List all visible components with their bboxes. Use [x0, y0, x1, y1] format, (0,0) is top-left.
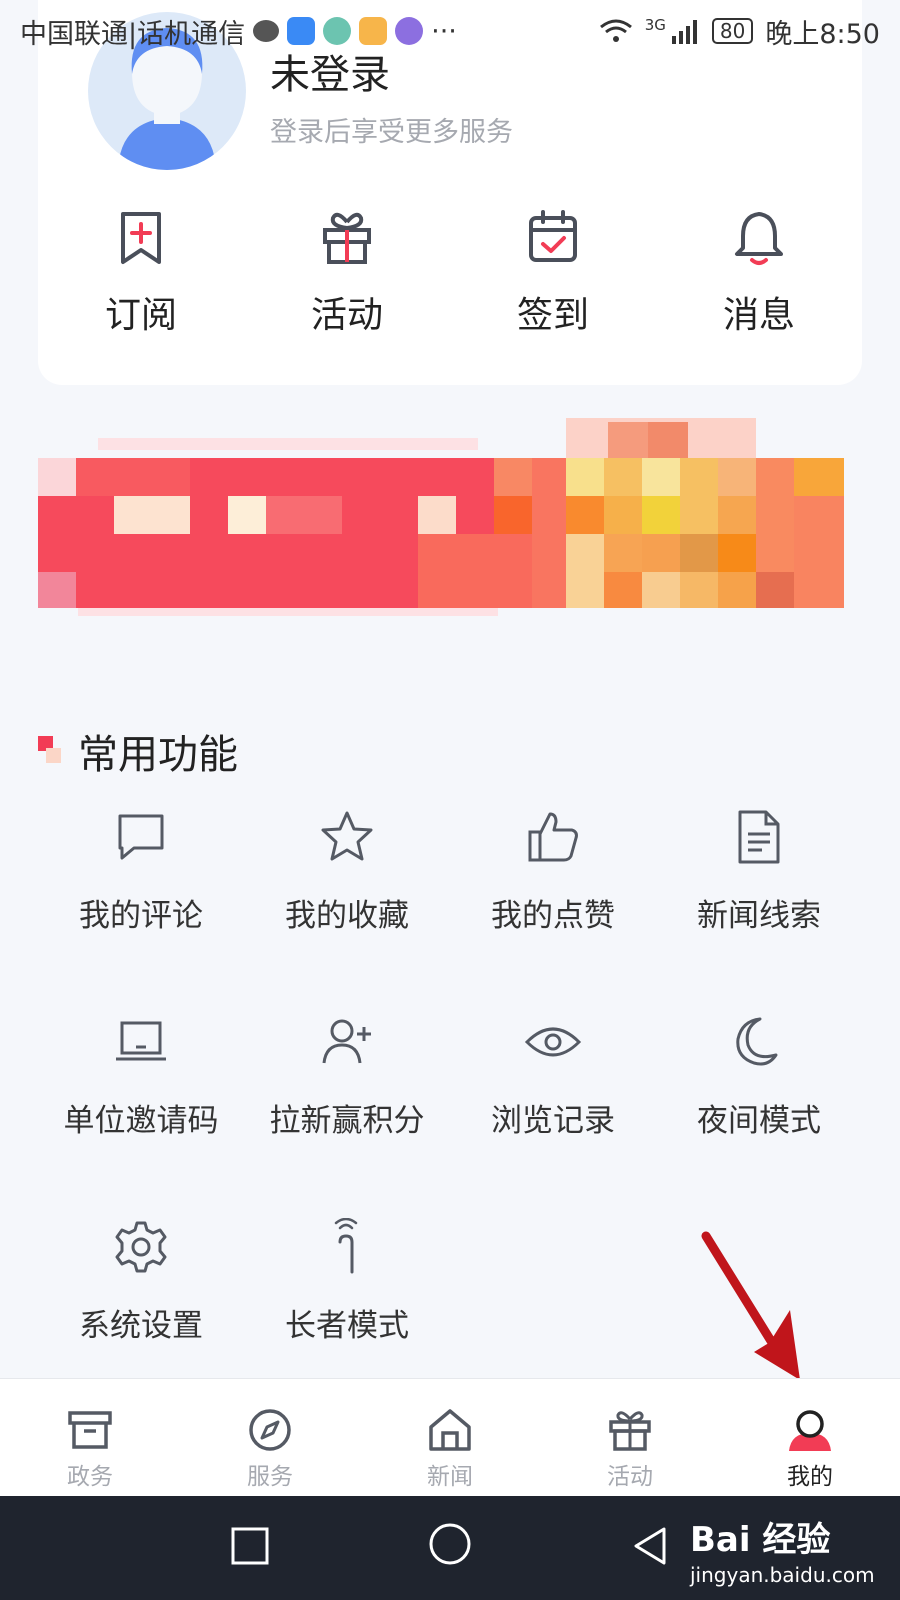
thumbs-up-icon: [528, 812, 578, 862]
gear-icon: [115, 1221, 167, 1273]
watermark-url: jingyan.baidu.com: [690, 1563, 875, 1587]
user-icon: [789, 1410, 831, 1451]
func-label: 我的评论: [79, 898, 203, 934]
quick-item-activity[interactable]: 活动: [244, 208, 450, 338]
quick-item-subscribe[interactable]: 订阅: [38, 208, 244, 338]
home-button-icon[interactable]: [428, 1522, 472, 1566]
tab-label: 我的: [787, 1464, 833, 1490]
quick-item-label: 消息: [722, 295, 795, 336]
func-my-likes[interactable]: 我的点赞: [450, 808, 656, 1013]
quick-item-label: 签到: [516, 295, 589, 336]
tab-news[interactable]: 新闻: [360, 1379, 540, 1496]
calendar-check-icon: [529, 210, 577, 262]
watermark: Bai 经验 jingyan.baidu.com: [690, 1512, 875, 1587]
more-notifications-icon: ···: [431, 15, 457, 47]
func-label: 拉新赢积分: [269, 1103, 425, 1139]
func-my-comments[interactable]: 我的评论: [38, 808, 244, 1013]
battery-indicator: 80: [711, 18, 754, 44]
bottom-tab-bar: 政务 服务 新闻 活动 我的: [0, 1378, 900, 1496]
add-user-icon: [322, 1019, 371, 1064]
tab-label: 新闻: [427, 1464, 473, 1490]
browser-app-icon: [395, 17, 424, 45]
back-button-icon[interactable]: [630, 1526, 670, 1566]
func-history[interactable]: 浏览记录: [450, 1013, 656, 1218]
compass-icon: [249, 1409, 291, 1451]
section-header: 常用功能: [38, 722, 238, 780]
func-news-tips[interactable]: 新闻线索: [656, 808, 862, 1013]
promo-banner[interactable]: [38, 418, 844, 618]
cane-icon: [334, 1218, 358, 1274]
func-label: 夜间模式: [697, 1103, 821, 1139]
func-label: 我的点赞: [491, 898, 615, 934]
document-icon: [738, 810, 780, 864]
watermark-logo: Bai 经验: [690, 1520, 831, 1560]
tab-label: 活动: [607, 1464, 653, 1490]
star-icon: [321, 811, 373, 861]
tab-label: 政务: [67, 1464, 113, 1490]
annotation-arrow: [701, 1231, 800, 1380]
quick-actions: 订阅 活动 签到 消息: [38, 208, 862, 338]
func-label: 长者模式: [285, 1308, 409, 1344]
signal-icon: [671, 20, 697, 44]
tab-government[interactable]: 政务: [0, 1379, 180, 1496]
func-referral-points[interactable]: 拉新赢积分: [244, 1013, 450, 1218]
tab-label: 服务: [247, 1464, 293, 1490]
archive-box-icon: [68, 1411, 112, 1449]
camera-app-icon: [323, 17, 352, 45]
eye-icon: [524, 1027, 582, 1057]
quick-item-label: 订阅: [104, 295, 177, 336]
pixelated-banner-image: [38, 418, 844, 616]
tab-mine[interactable]: 我的: [720, 1379, 900, 1496]
network-type: 3G: [644, 16, 666, 34]
section-title: 常用功能: [78, 732, 238, 778]
func-night-mode[interactable]: 夜间模式: [656, 1013, 862, 1218]
laptop-icon: [116, 1021, 166, 1061]
login-hint: 登录后享受更多服务: [270, 117, 513, 148]
section-marker-icon: [38, 736, 64, 766]
chat-app-icon: [253, 20, 280, 42]
func-label: 单位邀请码: [63, 1103, 219, 1139]
comment-icon: [118, 814, 164, 860]
recent-apps-icon[interactable]: [230, 1526, 270, 1566]
carrier-text: 中国联通|话机通信: [20, 18, 246, 50]
tab-services[interactable]: 服务: [180, 1379, 360, 1496]
folder-app-icon: [359, 17, 388, 45]
quick-item-label: 活动: [310, 295, 383, 336]
bell-icon: [735, 212, 783, 265]
gift-icon: [609, 1411, 651, 1451]
bookmark-plus-icon: [121, 212, 161, 264]
status-bar: 中国联通|话机通信 ··· 3G 80 晚上8:50: [0, 0, 900, 62]
tab-activities[interactable]: 活动: [540, 1379, 720, 1496]
quick-item-messages[interactable]: 消息: [656, 208, 862, 338]
gift-icon: [323, 212, 371, 264]
bulb-app-icon: [287, 17, 316, 45]
func-label: 系统设置: [79, 1308, 203, 1344]
func-invite-code[interactable]: 单位邀请码: [38, 1013, 244, 1218]
func-label: 新闻线索: [697, 898, 821, 934]
wifi-icon: [599, 19, 632, 42]
moon-icon: [736, 1017, 778, 1066]
home-icon: [429, 1409, 471, 1451]
func-label: 我的收藏: [285, 898, 409, 934]
clock: 晚上8:50: [765, 18, 880, 50]
func-my-favorites[interactable]: 我的收藏: [244, 808, 450, 1013]
func-label: 浏览记录: [491, 1103, 615, 1139]
quick-item-checkin[interactable]: 签到: [450, 208, 656, 338]
